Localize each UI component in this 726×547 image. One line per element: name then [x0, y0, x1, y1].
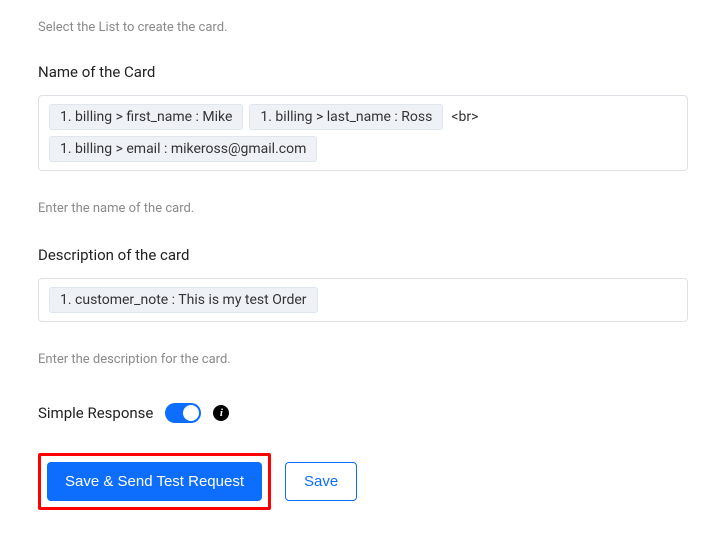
name-plain-text: <br> [449, 105, 480, 129]
toggle-knob [183, 405, 199, 421]
name-tag[interactable]: 1. billing > first_name : Mike [49, 104, 243, 130]
simple-response-label: Simple Response [38, 404, 153, 422]
info-icon[interactable]: i [213, 405, 229, 421]
highlight-box: Save & Send Test Request [38, 453, 271, 510]
name-helper-text: Enter the name of the card. [38, 201, 688, 216]
name-input-box[interactable]: 1. billing > first_name : Mike 1. billin… [38, 95, 688, 171]
description-input-box[interactable]: 1. customer_note : This is my test Order [38, 278, 688, 322]
name-tag[interactable]: 1. billing > last_name : Ross [249, 104, 443, 130]
save-button[interactable]: Save [285, 462, 357, 501]
save-send-test-button[interactable]: Save & Send Test Request [47, 462, 262, 501]
button-row: Save & Send Test Request Save [38, 453, 688, 510]
description-helper-text: Enter the description for the card. [38, 352, 688, 367]
simple-response-toggle[interactable] [165, 403, 201, 423]
description-tag[interactable]: 1. customer_note : This is my test Order [49, 287, 318, 313]
name-tag[interactable]: 1. billing > email : mikeross@gmail.com [49, 136, 317, 162]
simple-response-row: Simple Response i [38, 403, 688, 423]
description-field-label: Description of the card [38, 246, 688, 264]
name-field-label: Name of the Card [38, 63, 688, 81]
list-helper-text: Select the List to create the card. [38, 20, 688, 35]
